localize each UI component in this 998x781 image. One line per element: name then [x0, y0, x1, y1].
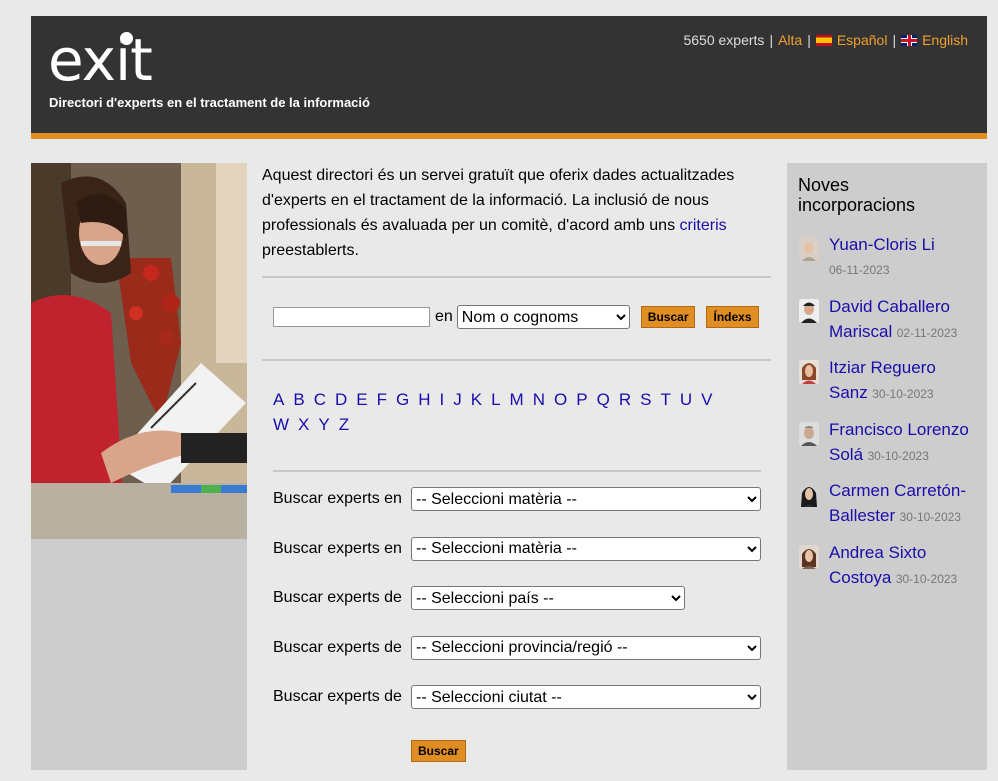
- letter-link[interactable]: G: [396, 387, 409, 412]
- provincia-select[interactable]: -- Seleccioni provincia/regió --: [411, 635, 761, 660]
- left-column: [31, 163, 247, 770]
- avatar: [799, 422, 819, 446]
- header-photo: [31, 163, 247, 539]
- letter-link[interactable]: S: [640, 387, 651, 412]
- letter-link[interactable]: A: [273, 387, 284, 412]
- filter-row: Buscar experts de -- Seleccioni provinci…: [273, 635, 763, 685]
- ciutat-select[interactable]: -- Seleccioni ciutat --: [411, 685, 761, 709]
- letter-link[interactable]: T: [660, 387, 670, 412]
- avatar: [799, 360, 819, 384]
- search-en-label: en: [435, 308, 453, 325]
- letter-link[interactable]: M: [510, 387, 524, 412]
- letter-link[interactable]: J: [453, 387, 462, 412]
- divider: [273, 470, 761, 472]
- expert-date: 30-10-2023: [867, 449, 929, 463]
- alta-link[interactable]: Alta: [778, 32, 802, 48]
- indexs-button[interactable]: Índexs: [706, 306, 759, 328]
- spain-flag-icon: [815, 34, 832, 46]
- letter-link[interactable]: X: [298, 412, 309, 437]
- divider: [262, 276, 771, 278]
- avatar: [799, 483, 819, 507]
- letter-link[interactable]: F: [377, 387, 387, 412]
- expert-name-link[interactable]: Yuan-Cloris Li: [829, 235, 935, 254]
- letter-link[interactable]: B: [293, 387, 304, 412]
- sidebar-title: Noves incorporacions: [798, 175, 916, 215]
- letter-link[interactable]: Z: [339, 412, 349, 437]
- letter-link[interactable]: V: [701, 387, 712, 412]
- filters-form: Buscar experts en -- Seleccioni matèria …: [273, 486, 763, 762]
- filters-buscar-button[interactable]: Buscar: [411, 740, 466, 762]
- experts-count: 5650 experts: [683, 32, 765, 48]
- search-form: en Nom o cognoms Buscar Índexs: [273, 305, 759, 329]
- main-content: Aquest directori és un servei gratuït qu…: [262, 163, 772, 762]
- separator: |: [769, 32, 774, 48]
- intro-paragraph: Aquest directori és un servei gratuït qu…: [262, 163, 772, 263]
- letter-link[interactable]: Y: [318, 412, 329, 437]
- filter-label: Buscar experts de: [273, 589, 402, 606]
- letter-link[interactable]: U: [680, 387, 692, 412]
- logo-text: exit: [48, 26, 153, 94]
- pais-select[interactable]: -- Seleccioni país --: [411, 586, 685, 610]
- alphabet-index: ABCDEFGHIJKLMNOPQRSTUV WXYZ: [273, 387, 763, 437]
- materia-select-2[interactable]: -- Seleccioni matèria --: [411, 536, 761, 561]
- expert-date: 30-10-2023: [899, 510, 961, 524]
- intro-text-end: preestablerts.: [262, 242, 359, 259]
- letter-link[interactable]: D: [335, 387, 347, 412]
- expert-date: 02-11-2023: [896, 326, 958, 340]
- buscar-button[interactable]: Buscar: [640, 306, 696, 328]
- letter-link[interactable]: I: [440, 387, 445, 412]
- divider: [262, 359, 771, 361]
- letter-link[interactable]: O: [554, 387, 567, 412]
- espanol-link[interactable]: Español: [837, 32, 888, 48]
- letter-link[interactable]: H: [418, 387, 430, 412]
- filter-label: Buscar experts en: [273, 490, 402, 507]
- filter-row: Buscar experts en -- Seleccioni matèria …: [273, 486, 763, 536]
- filter-label: Buscar experts de: [273, 638, 402, 656]
- letter-link[interactable]: R: [619, 387, 631, 412]
- letter-link[interactable]: C: [314, 387, 326, 412]
- letter-link[interactable]: L: [491, 387, 500, 412]
- filter-label: Buscar experts en: [273, 539, 402, 557]
- separator: |: [807, 32, 811, 48]
- letter-link[interactable]: W: [273, 412, 289, 437]
- letter-link[interactable]: P: [576, 387, 587, 412]
- filter-row: Buscar experts de -- Seleccioni país --: [273, 585, 763, 635]
- criteris-link[interactable]: criteris: [680, 217, 727, 234]
- logo-dot: [120, 32, 133, 45]
- filter-row: Buscar experts en -- Seleccioni matèria …: [273, 536, 763, 586]
- search-input[interactable]: [273, 307, 430, 327]
- site-tagline: Directori d'experts en el tractament de …: [49, 95, 370, 110]
- uk-flag-icon: [901, 34, 918, 46]
- site-logo[interactable]: exit: [48, 30, 153, 90]
- filter-label: Buscar experts de: [273, 688, 402, 705]
- materia-select[interactable]: -- Seleccioni matèria --: [411, 487, 761, 511]
- english-link[interactable]: English: [922, 32, 968, 48]
- filter-row: Buscar experts de -- Seleccioni ciutat -…: [273, 684, 763, 734]
- expert-date: 30-10-2023: [872, 387, 934, 401]
- letter-link[interactable]: K: [471, 387, 482, 412]
- search-field-select[interactable]: Nom o cognoms: [456, 305, 630, 329]
- avatar: [799, 237, 819, 261]
- avatar: [799, 545, 819, 569]
- new-experts-sidebar: Noves incorporacions Yuan-Cloris Li 06-11…: [787, 163, 987, 770]
- header-bar: exit Directori d'experts en el tractamen…: [31, 16, 987, 139]
- intro-text: Aquest directori és un servei gratuït qu…: [262, 167, 735, 234]
- top-links: 5650 experts | Alta | Español | English: [683, 32, 968, 48]
- avatar: [799, 299, 819, 323]
- letter-link[interactable]: Q: [597, 387, 610, 412]
- expert-date: 30-10-2023: [895, 572, 958, 586]
- expert-date: 06-11-2023: [829, 263, 890, 277]
- separator: |: [892, 32, 897, 48]
- letter-link[interactable]: E: [356, 387, 367, 412]
- letter-link[interactable]: N: [533, 387, 545, 412]
